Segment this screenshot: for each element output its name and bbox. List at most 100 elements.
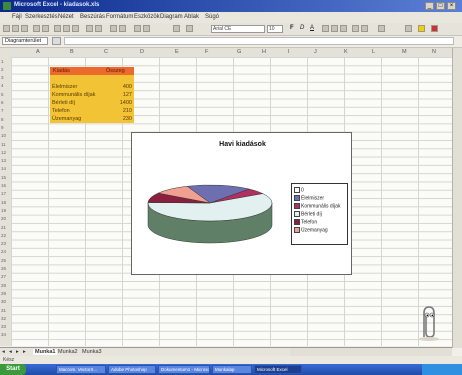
currency-icon[interactable]: [352, 25, 359, 32]
copy-icon[interactable]: [63, 25, 70, 32]
row-header[interactable]: 17: [1, 191, 6, 196]
column-header[interactable]: I: [288, 49, 290, 55]
row-header[interactable]: 5: [1, 92, 4, 97]
drawing-icon[interactable]: [143, 25, 150, 32]
menu-item-view[interactable]: Nézet: [58, 14, 74, 20]
align-left-icon[interactable]: [322, 25, 329, 32]
column-header[interactable]: F: [205, 49, 208, 55]
chart-legend[interactable]: 0 Élelmiszer Kommunális díjak Bérleti díj T…: [291, 183, 348, 245]
menu-item-window[interactable]: Ablak: [184, 14, 199, 20]
taskbar-item[interactable]: Dokumentum1 - Microsoft Word: [158, 365, 210, 374]
tab-scroll-next-icon[interactable]: ▸: [16, 349, 19, 355]
table-row[interactable]: Telefon 210: [50, 107, 134, 115]
font-color-icon[interactable]: [431, 25, 438, 32]
fill-color-icon[interactable]: [418, 25, 425, 32]
maximize-button[interactable]: □: [436, 2, 445, 10]
indent-icon[interactable]: [378, 25, 385, 32]
row-header[interactable]: 29: [1, 291, 6, 296]
row-header[interactable]: 7: [1, 108, 4, 113]
row-header[interactable]: 4: [1, 83, 4, 88]
redo-icon[interactable]: [95, 25, 102, 32]
formula-input[interactable]: [64, 37, 454, 45]
chart-title[interactable]: Havi kiadások: [132, 141, 353, 148]
row-header[interactable]: 21: [1, 225, 6, 230]
row-header[interactable]: 2: [1, 67, 4, 72]
close-button[interactable]: ×: [447, 2, 456, 10]
taskbar-item[interactable]: Munkalap: [212, 365, 252, 374]
tab-sheet-3[interactable]: Munka3: [82, 349, 102, 355]
row-header[interactable]: 23: [1, 241, 6, 246]
menu-item-file[interactable]: Fájl: [12, 14, 22, 20]
column-header[interactable]: N: [432, 49, 436, 55]
row-header[interactable]: 22: [1, 233, 6, 238]
row-header[interactable]: 10: [1, 133, 6, 138]
menu-item-tools[interactable]: Eszközök: [134, 14, 160, 20]
column-header[interactable]: E: [175, 49, 179, 55]
start-button[interactable]: Start: [0, 364, 26, 375]
row-header[interactable]: 34: [1, 332, 6, 337]
print-icon[interactable]: [33, 25, 40, 32]
column-header[interactable]: M: [402, 49, 407, 55]
italic-button[interactable]: D: [300, 25, 304, 31]
row-header[interactable]: 15: [1, 175, 6, 180]
row-header[interactable]: 14: [1, 166, 6, 171]
menu-item-help[interactable]: Súgó: [205, 14, 219, 20]
row-header[interactable]: 33: [1, 324, 6, 329]
row-header[interactable]: 16: [1, 183, 6, 188]
menu-item-edit[interactable]: Szerkesztés: [25, 14, 58, 20]
tab-scroll-first-icon[interactable]: ◂: [2, 349, 5, 355]
cut-icon[interactable]: [54, 25, 61, 32]
help-icon[interactable]: [186, 25, 193, 32]
table-row[interactable]: Kommunális díjak 127: [50, 91, 134, 99]
name-box[interactable]: Diagramterület: [2, 37, 48, 45]
taskbar-item-active[interactable]: Microsoft Excel: [254, 365, 302, 374]
preview-icon[interactable]: [42, 25, 49, 32]
column-header[interactable]: G: [237, 49, 241, 55]
sort-icon[interactable]: [119, 25, 126, 32]
column-header[interactable]: B: [70, 49, 74, 55]
open-icon[interactable]: [12, 25, 19, 32]
align-right-icon[interactable]: [340, 25, 347, 32]
menu-item-format[interactable]: Formátum: [106, 14, 133, 20]
tab-scroll-last-icon[interactable]: ▸: [23, 349, 26, 355]
pie-chart-3d[interactable]: [140, 173, 290, 263]
percent-icon[interactable]: [361, 25, 368, 32]
autosum-icon[interactable]: [110, 25, 117, 32]
row-header[interactable]: 6: [1, 100, 4, 105]
name-box-dropdown-icon[interactable]: [52, 37, 61, 45]
row-header[interactable]: 1: [1, 59, 4, 64]
minimize-button[interactable]: _: [425, 2, 434, 10]
vertical-scrollbar[interactable]: [452, 48, 462, 348]
row-header[interactable]: 11: [1, 142, 6, 147]
column-header[interactable]: A: [36, 49, 40, 55]
paste-icon[interactable]: [72, 25, 79, 32]
table-row[interactable]: Bérleti díj 1400: [50, 99, 134, 107]
row-header[interactable]: 27: [1, 274, 6, 279]
row-header[interactable]: 18: [1, 200, 6, 205]
tab-sheet-2[interactable]: Munka2: [58, 349, 78, 355]
row-header[interactable]: 19: [1, 208, 6, 213]
system-tray[interactable]: [422, 364, 462, 375]
undo-icon[interactable]: [86, 25, 93, 32]
row-header[interactable]: 8: [1, 117, 4, 122]
bold-button[interactable]: F: [290, 25, 294, 31]
align-center-icon[interactable]: [331, 25, 338, 32]
menu-item-insert[interactable]: Beszúrás: [80, 14, 105, 20]
row-header[interactable]: 9: [1, 125, 4, 130]
table-row[interactable]: Élelmiszer 400: [50, 83, 134, 91]
table-row[interactable]: Üzemanyag 230: [50, 115, 134, 123]
tab-sheet-1[interactable]: Munka1: [33, 349, 58, 355]
chart-area[interactable]: Havi kiadások 0 Élelmiszer Kommunális díj…: [131, 132, 352, 275]
row-header[interactable]: 32: [1, 316, 6, 321]
menu-item-chart[interactable]: Diagram: [160, 14, 183, 20]
chart-wizard-icon[interactable]: [134, 25, 141, 32]
new-icon[interactable]: [3, 25, 10, 32]
row-header[interactable]: 20: [1, 216, 6, 221]
font-size-select[interactable]: 10: [267, 25, 283, 33]
column-header[interactable]: J: [314, 49, 317, 55]
tab-scroll-prev-icon[interactable]: ◂: [9, 349, 12, 355]
table-header-category[interactable]: Kiadás: [53, 68, 70, 74]
column-header[interactable]: K: [344, 49, 348, 55]
row-header[interactable]: 3: [1, 75, 4, 80]
row-header[interactable]: 25: [1, 258, 6, 263]
